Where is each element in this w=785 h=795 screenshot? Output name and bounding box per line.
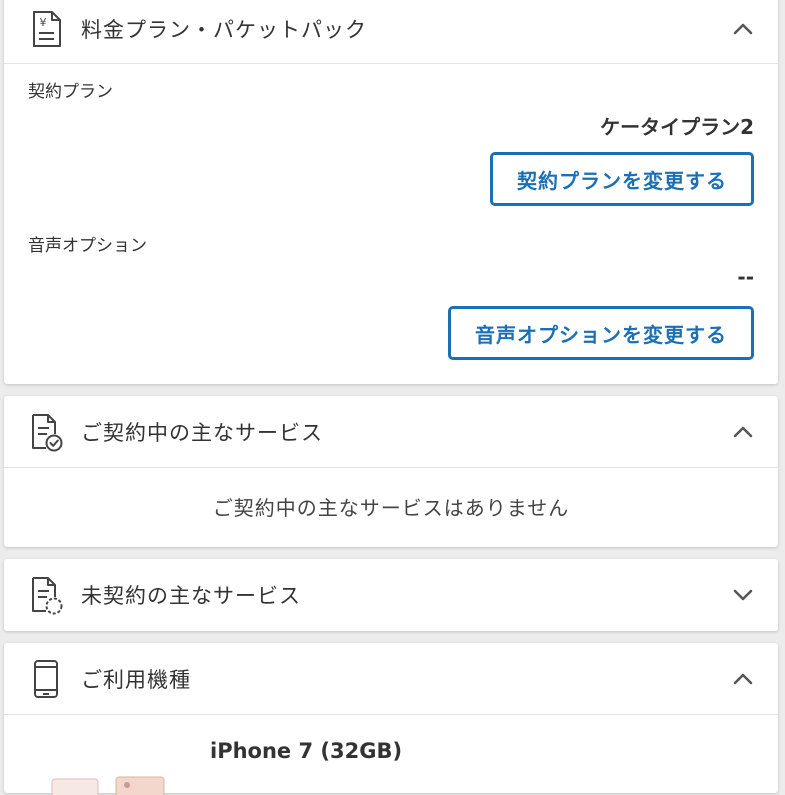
chevron-up-icon[interactable] [732, 425, 754, 439]
voice-option-value: -- [737, 265, 754, 289]
change-plan-button[interactable]: 契約プランを変更する [490, 152, 754, 206]
device-header[interactable]: ご利用機種 [4, 643, 778, 715]
unsubscribed-services-title: 未契約の主なサービス [81, 584, 301, 608]
smartphone-icon [34, 659, 58, 698]
plan-card: ¥ 料金プラン・パケットパック 契約プラン ケータイプラン2 契約プランを変更す… [4, 0, 778, 384]
plan-card-header[interactable]: ¥ 料金プラン・パケットパック [4, 0, 778, 64]
subscribed-services-title: ご契約中の主なサービス [81, 420, 323, 445]
change-voice-option-button[interactable]: 音声オプションを変更する [448, 306, 754, 360]
device-section-title: ご利用機種 [81, 667, 191, 692]
document-check-icon [32, 413, 63, 451]
contract-plan-label: 契約プラン [28, 82, 113, 102]
device-card: ご利用機種 iPhone 7 (32GB) [4, 643, 778, 795]
plan-section-title: 料金プラン・パケットパック [81, 17, 367, 42]
subscribed-services-card: ご契約中の主なサービス ご契約中の主なサービスはありません [4, 396, 778, 547]
svg-text:¥: ¥ [40, 16, 47, 29]
device-name: iPhone 7 (32GB) [210, 739, 403, 763]
device-thumbnail-image [51, 776, 165, 795]
chevron-down-icon[interactable] [732, 588, 754, 602]
yen-document-icon: ¥ [33, 10, 61, 47]
document-dashed-icon [32, 577, 63, 615]
voice-option-label: 音声オプション [28, 236, 147, 256]
contract-plan-value: ケータイプラン2 [600, 115, 754, 139]
no-services-message: ご契約中の主なサービスはありません [212, 496, 570, 520]
chevron-up-icon[interactable] [732, 22, 754, 36]
unsubscribed-services-header[interactable]: 未契約の主なサービス [4, 559, 778, 631]
subscribed-services-header[interactable]: ご契約中の主なサービス [4, 396, 778, 468]
unsubscribed-services-card: 未契約の主なサービス [4, 559, 778, 631]
chevron-up-icon[interactable] [732, 672, 754, 686]
